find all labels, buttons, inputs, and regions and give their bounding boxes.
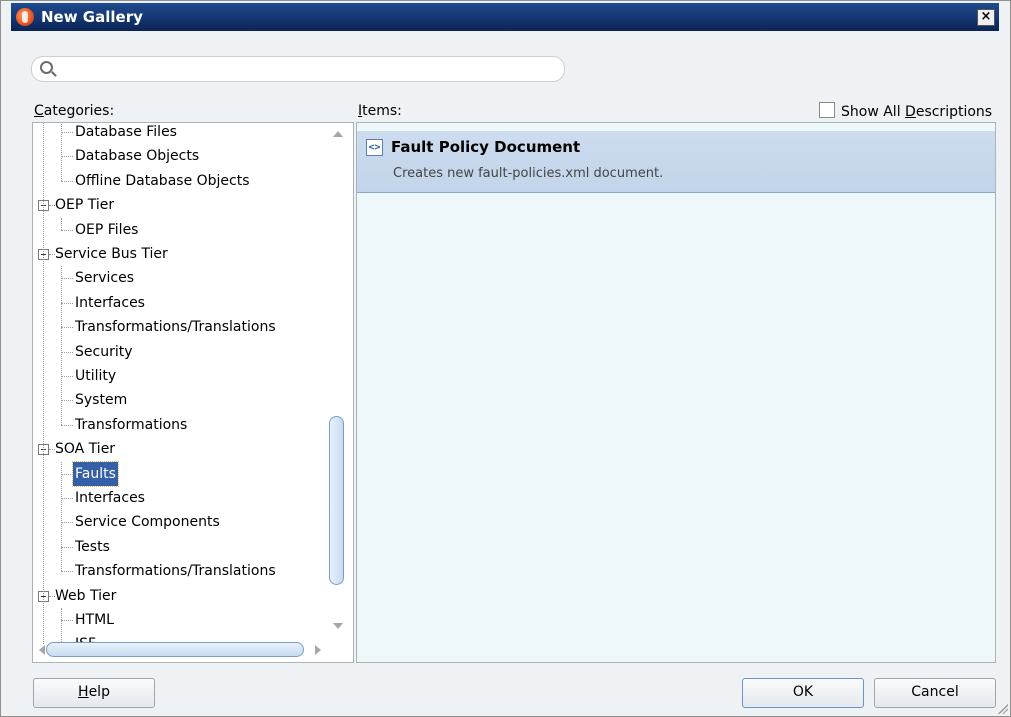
- tree-node-item[interactable]: Service Components: [33, 510, 325, 534]
- tree-connector: [61, 229, 73, 231]
- tree-connector: [61, 571, 73, 573]
- tree-node-label: Transformations/Translations: [75, 563, 276, 580]
- tree-node-label: Services: [75, 270, 135, 287]
- show-all-descriptions-checkbox[interactable]: Show All Descriptions: [819, 102, 992, 120]
- tree-node-item[interactable]: Database Objects: [33, 144, 325, 168]
- tree-node-label: Transformations/Translations: [75, 319, 276, 336]
- tree-connector: [61, 132, 73, 133]
- categories-tree[interactable]: Database Files Database Objects Offline Da…: [32, 122, 354, 663]
- item-description: Creates new fault-policies.xml document.: [393, 166, 664, 181]
- tree-node-item[interactable]: Services: [33, 266, 325, 290]
- tree-node-item[interactable]: Interfaces: [33, 291, 325, 315]
- help-button[interactable]: Help: [33, 678, 155, 708]
- search-field[interactable]: [31, 56, 565, 82]
- tree-connector: [61, 376, 73, 377]
- tree-node-item[interactable]: Transformations: [33, 413, 325, 437]
- scroll-up-icon[interactable]: [333, 131, 343, 137]
- tree-node-label: Offline Database Objects: [75, 172, 250, 189]
- tree-node-label: Interfaces: [75, 490, 145, 506]
- tree-node-item[interactable]: Transformations/Translations: [33, 559, 325, 583]
- tree-node-item[interactable]: System: [33, 388, 325, 412]
- close-button[interactable]: ×: [977, 9, 995, 26]
- tree-node-label: HTML: [75, 612, 114, 628]
- tree-node-item[interactable]: Utility: [33, 364, 325, 388]
- horizontal-scroll-thumb[interactable]: [46, 642, 304, 657]
- tree-node-label: Interfaces: [75, 294, 145, 311]
- tree-connector: [61, 123, 62, 181]
- tree-node-item[interactable]: HTML: [33, 608, 325, 632]
- tree-node-label: Tests: [75, 538, 110, 555]
- search-icon: [40, 61, 53, 74]
- oracle-app-icon: [16, 8, 34, 26]
- tree-connector: [61, 217, 62, 230]
- tree-node-item[interactable]: Tests: [33, 535, 325, 559]
- scroll-down-icon[interactable]: [333, 623, 343, 629]
- tree-node-label: Service Components: [75, 514, 220, 531]
- item-title: Fault Policy Document: [391, 138, 581, 156]
- title-bar[interactable]: New Gallery ×: [11, 3, 999, 31]
- vertical-scroll-thumb[interactable]: [329, 416, 344, 585]
- tree-node-label: Transformations: [75, 416, 188, 433]
- tree-node-item[interactable]: Database Files: [33, 123, 325, 144]
- ok-button[interactable]: OK: [742, 678, 864, 708]
- tree-connector: [61, 278, 73, 280]
- list-item[interactable]: <> Fault Policy Document Creates new fau…: [357, 131, 995, 193]
- tree-node-item[interactable]: Interfaces: [33, 486, 325, 510]
- resize-grip-icon[interactable]: [998, 704, 1008, 714]
- tree-connector: [61, 302, 73, 304]
- tree-connector: [61, 473, 73, 475]
- tree-node-label: OEP Tier: [55, 197, 115, 214]
- tree-node-label: SOA Tier: [55, 441, 116, 458]
- tree-connector: [61, 546, 73, 548]
- new-gallery-dialog: New Gallery × Categories: Items: Show Al…: [0, 0, 1011, 717]
- scroll-right-icon[interactable]: [315, 645, 321, 655]
- tree-node-label: Service Bus Tier: [55, 246, 168, 262]
- scroll-left-icon[interactable]: [39, 645, 45, 655]
- tree-node-label: Web Tier: [55, 587, 117, 604]
- tree-connector: [61, 498, 73, 499]
- vertical-scrollbar[interactable]: [327, 123, 349, 639]
- tree-node-label: Database Files: [75, 124, 177, 140]
- tree-node-item[interactable]: Security: [33, 340, 325, 364]
- tree-connector: [61, 424, 73, 426]
- tree-node-group[interactable]: Service Bus Tier: [33, 242, 325, 266]
- tree-node-label: OEP Files: [75, 221, 139, 238]
- horizontal-scrollbar[interactable]: [33, 639, 327, 661]
- tree-node-item[interactable]: Transformations/Translations: [33, 315, 325, 339]
- search-input[interactable]: [60, 59, 554, 79]
- tree-connector: [61, 156, 73, 158]
- tree-node-label: Security: [75, 343, 133, 360]
- tree-connector: [61, 180, 73, 182]
- tree-node-item[interactable]: Faults: [33, 460, 325, 487]
- tree-connector: [61, 620, 73, 621]
- tree-connector: [61, 266, 62, 425]
- tree-node-label: Utility: [75, 368, 117, 384]
- tree-connector: [61, 351, 73, 353]
- tree-node-label: Faults: [72, 460, 119, 487]
- cancel-button[interactable]: Cancel: [874, 678, 996, 708]
- tree-node-item[interactable]: Offline Database Objects: [33, 169, 325, 193]
- items-label: Items:: [358, 103, 402, 119]
- tree-connector: [43, 123, 44, 645]
- tree-node-item[interactable]: OEP Files: [33, 218, 325, 242]
- tree-node-group[interactable]: OEP Tier: [33, 193, 325, 217]
- items-list[interactable]: <> Fault Policy Document Creates new fau…: [356, 122, 996, 663]
- categories-label: Categories:: [34, 103, 115, 119]
- dialog-title: New Gallery: [41, 8, 143, 26]
- tree-node-group[interactable]: Web Tier: [33, 584, 325, 608]
- tree-connector: [61, 400, 73, 402]
- tree-node-label: System: [75, 392, 128, 409]
- tree-connector: [61, 522, 73, 524]
- checkbox-icon[interactable]: [819, 102, 835, 118]
- tree-node-group[interactable]: SOA Tier: [33, 437, 325, 461]
- tree-connector: [61, 461, 62, 572]
- tree-connector: [61, 327, 73, 329]
- xml-document-icon: <>: [366, 139, 383, 156]
- tree-node-label: Database Objects: [75, 148, 200, 165]
